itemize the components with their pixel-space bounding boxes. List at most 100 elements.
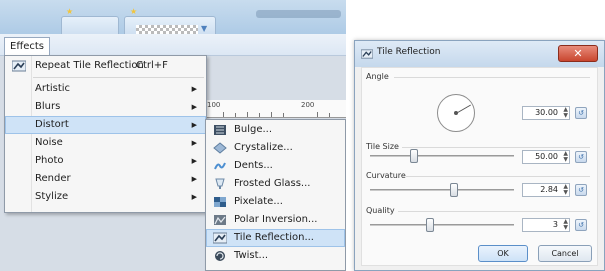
tile-size-label: Tile Size [366, 142, 399, 151]
menu-item-label: Noise [35, 137, 63, 148]
menu-item-label: Crystalize... [234, 142, 293, 153]
curvature-track [370, 189, 514, 191]
dialog-title-bar[interactable]: Tile Reflection ✕ [355, 41, 604, 67]
tile-reflection-dialog: Tile Reflection ✕ Angle 30.00 ▲ ▼ ↺ Tile … [354, 40, 605, 271]
angle-value: 30.00 [535, 108, 558, 117]
menu-item-dents[interactable]: Dents... [206, 157, 345, 175]
cancel-button[interactable]: Cancel [538, 245, 592, 262]
menu-item-label: Distort [35, 119, 69, 130]
chevron-right-icon: ▶ [191, 175, 197, 183]
menu-item-label: Artistic [35, 83, 71, 94]
angle-label: Angle [366, 72, 389, 81]
curvature-value: 2.84 [540, 185, 558, 194]
menu-item-label: Repeat Tile Reflection [35, 60, 144, 71]
menu-item-label: Blurs [35, 101, 61, 112]
angle-reset-button[interactable]: ↺ [575, 107, 587, 119]
quality-value: 3 [552, 220, 558, 229]
chevron-right-icon: ▶ [191, 193, 197, 201]
menu-item-label: Dents... [234, 160, 273, 171]
menu-item-noise[interactable]: Noise ▶ [5, 134, 206, 152]
spinner-arrows-icon[interactable]: ▲ ▼ [563, 184, 568, 196]
menu-item-stylize[interactable]: Stylize ▶ [5, 188, 206, 206]
pixelate-icon [214, 197, 226, 207]
tile-reflection-icon [361, 49, 373, 59]
chevron-right-icon: ▶ [191, 157, 197, 165]
quality-reset-button[interactable]: ↺ [575, 219, 587, 231]
curvature-label: Curvature [366, 171, 406, 180]
quality-track [370, 224, 514, 226]
menu-item-bulge[interactable]: Bulge... [206, 121, 345, 139]
ruler-label: 200 [301, 101, 315, 109]
quality-label: Quality [366, 206, 395, 215]
menu-item-artistic[interactable]: Artistic ▶ [5, 80, 206, 98]
tile-size-slider[interactable] [410, 149, 418, 163]
menu-item-label: Bulge... [234, 124, 273, 135]
spinner-arrows-icon[interactable]: ▲ ▼ [563, 151, 568, 163]
polar-inversion-icon [214, 215, 226, 225]
curvature-reset-button[interactable]: ↺ [575, 184, 587, 196]
distort-submenu: Bulge... Crystalize... Dents... Frosted … [205, 119, 346, 271]
frosted-glass-icon [215, 178, 225, 189]
tile-reflection-icon [213, 232, 227, 244]
curvature-spinner[interactable]: 2.84 ▲ ▼ [522, 183, 570, 197]
effects-menu-button[interactable]: Effects [4, 37, 50, 57]
dialog-body: Angle 30.00 ▲ ▼ ↺ Tile Size 50.00 ▲ ▼ ↺ Cu… [361, 67, 598, 266]
menu-item-blurs[interactable]: Blurs ▶ [5, 98, 206, 116]
tile-size-spinner[interactable]: 50.00 ▲ ▼ [522, 150, 570, 164]
menu-item-label: Polar Inversion... [234, 214, 318, 225]
menu-item-frosted-glass[interactable]: Frosted Glass... [206, 175, 345, 193]
tile-reflection-icon [12, 60, 26, 72]
dents-icon [214, 162, 226, 170]
menu-item-label: Tile Reflection... [234, 232, 314, 243]
angle-dial[interactable] [437, 94, 475, 132]
tile-size-track [370, 155, 514, 157]
spinner-arrows-icon[interactable]: ▲ ▼ [563, 107, 568, 119]
chevron-down-icon[interactable]: ▼ [201, 24, 207, 33]
star-icon: ★ [66, 7, 74, 16]
angle-spinner[interactable]: 30.00 ▲ ▼ [522, 106, 570, 120]
chevron-right-icon: ▶ [191, 103, 197, 111]
twist-icon [215, 251, 225, 261]
menu-item-polar-inversion[interactable]: Polar Inversion... [206, 211, 345, 229]
menu-item-label: Stylize [35, 191, 69, 202]
menu-item-repeat[interactable]: Repeat Tile Reflection Ctrl+F [5, 57, 206, 75]
spinner-arrows-icon[interactable]: ▲ ▼ [563, 219, 568, 231]
menu-item-label: Render [35, 173, 71, 184]
menu-item-label: Photo [35, 155, 64, 166]
curvature-slider[interactable] [450, 183, 458, 197]
app-toolbar-area: ★ ★ ▼ [0, 0, 346, 34]
dialog-title: Tile Reflection [377, 47, 441, 57]
menu-divider [33, 77, 204, 78]
tile-size-reset-button[interactable]: ↺ [575, 151, 587, 163]
app-window: ★ ★ ▼ Effects 100 200 Repeat Tile Reflec… [0, 0, 346, 271]
shortcut-label: Ctrl+F [136, 60, 168, 71]
window-title-blur [256, 10, 341, 18]
menu-item-photo[interactable]: Photo ▶ [5, 152, 206, 170]
image-thumbnail[interactable] [136, 25, 198, 34]
menu-item-crystalize[interactable]: Crystalize... [206, 139, 345, 157]
close-button[interactable]: ✕ [558, 45, 598, 62]
ruler-label: 100 [207, 101, 221, 109]
menu-item-twist[interactable]: Twist... [206, 247, 345, 265]
quality-spinner[interactable]: 3 ▲ ▼ [522, 218, 570, 232]
menu-item-label: Frosted Glass... [234, 178, 311, 189]
chevron-right-icon: ▶ [191, 85, 197, 93]
document-tab[interactable] [61, 16, 119, 34]
menu-item-render[interactable]: Render ▶ [5, 170, 206, 188]
effects-menu: Repeat Tile Reflection Ctrl+F Artistic ▶… [4, 55, 207, 213]
menu-item-label: Twist... [234, 250, 269, 261]
bulge-icon [214, 125, 226, 135]
quality-slider[interactable] [426, 218, 434, 232]
menu-item-pixelate[interactable]: Pixelate... [206, 193, 345, 211]
menu-bar: Effects [0, 34, 346, 57]
star-icon: ★ [130, 7, 138, 16]
chevron-right-icon: ▶ [191, 139, 197, 147]
ok-button[interactable]: OK [478, 245, 528, 262]
angle-dial-hand [455, 104, 471, 114]
chevron-right-icon: ▶ [191, 121, 197, 129]
menu-item-distort[interactable]: Distort ▶ [5, 116, 206, 134]
tile-size-value: 50.00 [535, 152, 558, 161]
crystalize-icon [213, 142, 227, 154]
menu-item-tile-reflection[interactable]: Tile Reflection... [206, 229, 345, 247]
menu-item-label: Pixelate... [234, 196, 283, 207]
